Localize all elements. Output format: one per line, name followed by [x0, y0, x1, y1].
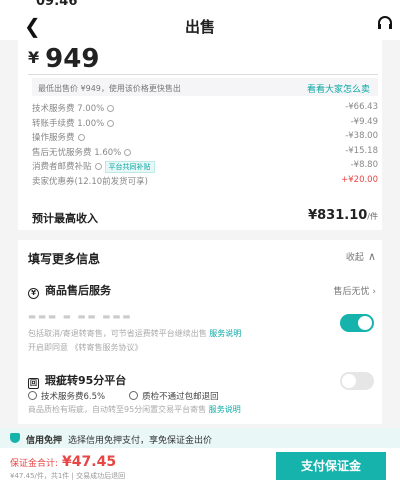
total-label: 预计最高收入 — [32, 212, 98, 225]
redacted-service-name: ▬▬▬ ▬ ▬▬ ▬▬▬ — [28, 312, 133, 322]
more-info-card: 填写更多信息 收起 ∧ ¥ 商品售后服务 售后无忧 › ▬▬▬ ▬ ▬▬ ▬▬▬ 包… — [18, 240, 382, 424]
total-currency: ¥ — [308, 208, 318, 223]
credit-label: 信用免押 — [26, 436, 63, 446]
flaw-link[interactable]: 服务说明 — [209, 405, 241, 414]
deposit-sub: ¥47.45/件，共1件 | 交易成功后退回 — [10, 472, 126, 480]
price-currency: ¥ — [28, 48, 40, 67]
flaw-title: 回瑕疵转95分平台 — [28, 372, 126, 389]
fee-row: 消费者邮费补贴 平台共同补贴 -¥8.80 — [32, 158, 378, 173]
status-bar: 09:46 — [0, 0, 400, 9]
page-title: 出售 — [184, 18, 215, 36]
fee-label: 消费者邮费补贴 — [32, 162, 92, 172]
total-income: 预计最高收入 ¥831.10/件 — [32, 208, 378, 226]
more-info-title: 填写更多信息 — [28, 252, 101, 266]
service-agreement[interactable]: 开启即同意 《转寄售服务协议》 — [28, 342, 143, 353]
price-tip-text: 最低出售价 ¥949，使用该价格更快售出 — [38, 84, 181, 93]
fee-value: -¥15.18 — [345, 145, 378, 156]
fee-row: 卖家优惠券(12.10前发货可享) +¥20.00 — [32, 173, 378, 188]
deposit-label: 保证金合计: — [10, 459, 59, 469]
total-value: 831.10 — [317, 208, 368, 223]
credit-banner[interactable]: 信用免押 选择信用免押支付，享免保证金出价 — [0, 428, 400, 448]
deposit-value: ¥47.45 — [62, 454, 117, 470]
chevron-up-icon: ∧ — [367, 250, 376, 263]
fee-value: +¥20.00 — [341, 174, 378, 185]
service-desc: 包括取消/寄退转寄售，可节省运费转平台继续出售 服务说明 — [28, 328, 241, 339]
flaw-option-1: 技术服务费6.5% — [41, 392, 106, 402]
aftersale-title: ¥ 商品售后服务 — [28, 282, 111, 299]
help-icon[interactable] — [77, 134, 85, 141]
fee-value: -¥38.00 — [345, 131, 378, 141]
aftersale-title-text: 商品售后服务 — [45, 284, 111, 297]
fee-label: 售后无忧服务费 1.60% — [32, 147, 122, 158]
aftersale-icon: ¥ — [28, 288, 39, 299]
fee-value: -¥9.49 — [350, 116, 378, 127]
nav-bar: ❮ 出售 — [0, 8, 400, 40]
flaw-options: 技术服务费6.5% 质检不通过包邮退回 — [28, 390, 219, 402]
fee-value: -¥8.80 — [350, 160, 378, 170]
price-card: ¥949 最低出售价 ¥949，使用该价格更快售出 看看大家怎么卖 技术服务费 … — [18, 40, 382, 230]
help-icon[interactable] — [124, 148, 132, 156]
fee-label: 卖家优惠券(12.10前发货可享) — [32, 176, 148, 187]
deposit-total: 保证金合计: ¥47.45 — [10, 454, 116, 470]
flaw-toggle[interactable] — [340, 372, 374, 390]
flaw-title-text: 瑕疵转95分平台 — [45, 374, 127, 387]
flaw-icon: 回 — [28, 378, 39, 389]
aftersale-right-text: 售后无忧 — [333, 287, 370, 297]
divider — [28, 74, 378, 75]
fee-label: 转账手续费 1.00% — [32, 118, 105, 129]
service-desc-text: 包括取消/寄退转寄售，可节省运费转平台继续出售 — [28, 329, 207, 338]
collapse-button[interactable]: 收起 ∧ — [346, 250, 376, 263]
price-input[interactable]: ¥949 — [28, 44, 99, 74]
shield-icon — [10, 433, 20, 443]
pay-deposit-button[interactable]: 支付保证金 — [276, 452, 386, 480]
service-toggle[interactable] — [340, 314, 374, 332]
help-icon[interactable] — [107, 105, 115, 112]
option-check[interactable] — [129, 391, 139, 400]
see-others-link[interactable]: 看看大家怎么卖 — [307, 82, 370, 95]
total-unit: /件 — [367, 212, 378, 221]
help-icon[interactable] — [94, 163, 102, 170]
fee-label: 操作服务费 — [32, 133, 75, 143]
headset-icon[interactable] — [376, 14, 394, 36]
flaw-desc-text: 商品质检有瑕疵，自动转至95分闲置交易平台寄售 — [28, 405, 207, 414]
fee-list: 技术服务费 7.00% -¥66.43 转账手续费 1.00% -¥9.49 操作服… — [32, 100, 378, 187]
fee-row: 转账手续费 1.00% -¥9.49 — [32, 115, 378, 130]
collapse-label: 收起 — [345, 253, 364, 263]
fee-value: -¥66.43 — [345, 102, 378, 112]
help-icon[interactable] — [107, 119, 115, 127]
price-tip: 最低出售价 ¥949，使用该价格更快售出 看看大家怎么卖 — [32, 78, 378, 96]
fee-row: 技术服务费 7.00% -¥66.43 — [32, 100, 378, 115]
fee-row: 操作服务费 -¥38.00 — [32, 129, 378, 144]
subsidy-badge: 平台共同补贴 — [104, 161, 155, 173]
aftersale-value[interactable]: 售后无忧 › — [334, 284, 376, 297]
price-value: 949 — [45, 44, 100, 74]
credit-text: 选择信用免押支付，享免保证金出价 — [68, 436, 213, 446]
option-check[interactable] — [28, 391, 37, 400]
service-link[interactable]: 服务说明 — [209, 329, 241, 338]
fee-label: 技术服务费 7.00% — [32, 104, 105, 114]
footer-bar: 保证金合计: ¥47.45 ¥47.45/件，共1件 | 交易成功后退回 支付保证… — [0, 448, 400, 484]
flaw-desc: 商品质检有瑕疵，自动转至95分闲置交易平台寄售 服务说明 — [28, 404, 241, 415]
flaw-option-2: 质检不通过包邮退回 — [142, 392, 219, 402]
fee-row: 售后无忧服务费 1.60% -¥15.18 — [32, 144, 378, 159]
